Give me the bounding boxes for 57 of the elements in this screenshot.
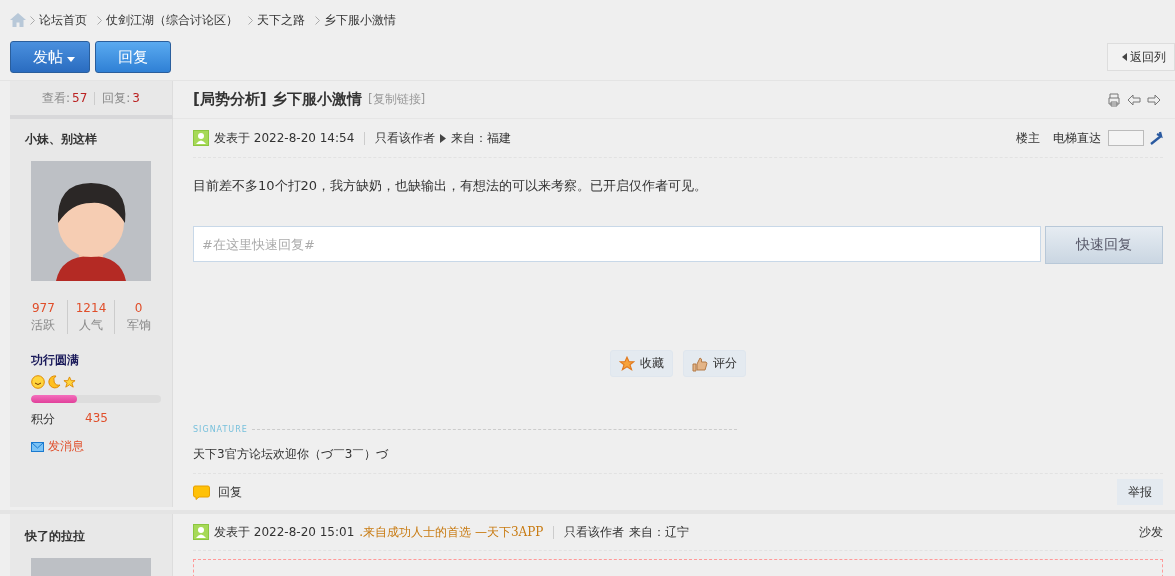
user-icon xyxy=(193,130,209,146)
chevron-icon xyxy=(315,15,320,25)
views-count: 57 xyxy=(72,91,88,105)
author-name[interactable]: 小妹、别这样 xyxy=(10,127,172,161)
star-icon xyxy=(63,375,76,389)
signature-text: 天下3官方论坛欢迎你（づ￣3￣）づ xyxy=(193,446,1163,474)
quick-reply-button[interactable]: 快速回复 xyxy=(1045,226,1163,264)
only-author-link[interactable]: 只看该作者 xyxy=(375,129,436,147)
reply-link[interactable]: 回复 xyxy=(218,483,242,501)
smiley-icon xyxy=(31,375,45,389)
breadcrumb-link[interactable]: 乡下服小激情 xyxy=(324,11,396,29)
thread-title: [局势分析] 乡下服小激情 xyxy=(193,90,362,109)
jump-label: 电梯直达 xyxy=(1053,129,1101,147)
envelope-icon[interactable] xyxy=(31,441,44,452)
points-label: 积分 xyxy=(31,411,55,428)
post-date: 发表于 2022-8-20 14:54 xyxy=(214,129,355,147)
rate-button[interactable]: 评分 xyxy=(683,350,746,377)
arrow-left-icon[interactable] xyxy=(1127,93,1141,106)
replies-label: 回复: xyxy=(102,89,131,107)
new-post-button[interactable]: 发帖 xyxy=(10,41,90,73)
floor-label: 楼主 xyxy=(1016,129,1040,147)
print-icon[interactable] xyxy=(1107,92,1121,107)
replies-count: 3 xyxy=(132,91,140,105)
stat-label: 军饷 xyxy=(126,317,151,334)
post-date: 发表于 2022-8-20 15:01 xyxy=(214,523,355,541)
arrow-right-icon[interactable] xyxy=(1147,93,1161,106)
back-to-list-button[interactable]: 返回列 xyxy=(1107,43,1175,71)
user-icon xyxy=(193,524,209,540)
speech-bubble-icon[interactable] xyxy=(193,484,210,500)
triangle-icon xyxy=(440,133,447,143)
jump-arrow-icon[interactable] xyxy=(1149,131,1163,145)
star-icon xyxy=(619,355,635,372)
points-value: 435 xyxy=(85,411,108,427)
report-button[interactable]: 举报 xyxy=(1117,479,1163,505)
signature-label: SIGNATURE xyxy=(193,425,248,434)
stat-label: 人气 xyxy=(79,317,103,334)
breadcrumb-link[interactable]: 论坛首页 xyxy=(39,11,87,29)
breadcrumb-link[interactable]: 仗剑江湖（综合讨论区） xyxy=(106,11,238,29)
floor-input[interactable] xyxy=(1108,130,1144,146)
stat-label: 活跃 xyxy=(31,317,56,334)
moon-icon xyxy=(47,375,61,389)
floor-label: 沙发 xyxy=(1139,523,1163,541)
caret-icon xyxy=(67,56,76,62)
chevron-icon xyxy=(97,15,102,25)
chevron-icon xyxy=(30,15,35,25)
rank-title: 功行圆满 xyxy=(31,352,80,369)
views-label: 查看: xyxy=(42,89,71,107)
only-author-link[interactable]: 只看该作者 xyxy=(564,523,625,541)
quick-reply-field[interactable]: #在这里快速回复# xyxy=(193,226,1041,262)
breadcrumb-link[interactable]: 天下之路 xyxy=(257,11,305,29)
caret-icon xyxy=(1122,53,1127,61)
chevron-icon xyxy=(248,15,253,25)
post-location: 来自：辽宁 xyxy=(629,523,690,541)
post-content: 目前差不多10个打20，我方缺奶，也缺输出，有想法的可以来考察。已开启仅作者可见。 xyxy=(193,177,709,195)
favorite-button[interactable]: 收藏 xyxy=(610,350,673,377)
post-location: 来自：福建 xyxy=(451,129,512,147)
thumbs-up-icon xyxy=(692,355,708,372)
